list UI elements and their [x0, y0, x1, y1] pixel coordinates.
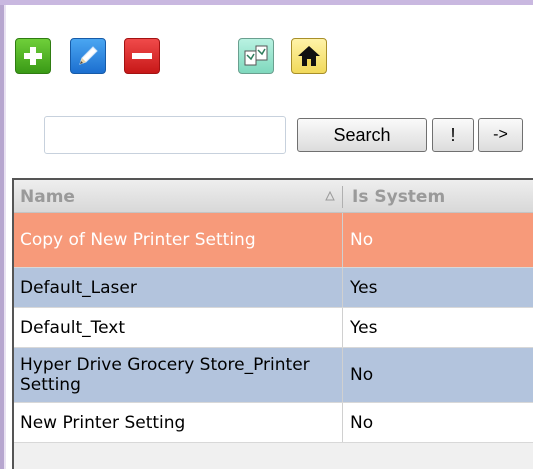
add-button[interactable]	[15, 38, 51, 74]
search-button[interactable]: Search	[297, 118, 427, 152]
edit-button[interactable]	[70, 38, 106, 74]
pencil-icon	[79, 46, 98, 65]
table-row[interactable]: Hyper Drive Grocery Store_Printer Settin…	[14, 348, 533, 403]
table-row[interactable]: Default_Text Yes	[14, 308, 533, 348]
copy-documents-icon	[244, 45, 268, 66]
home-button[interactable]	[291, 38, 327, 74]
table-row[interactable]: New Printer Setting No	[14, 403, 533, 443]
table-row[interactable]: Default_Laser Yes	[14, 268, 533, 308]
column-divider[interactable]	[342, 186, 343, 208]
cell-is-system: Yes	[350, 277, 378, 298]
go-button[interactable]: ->	[478, 118, 523, 152]
printer-settings-panel: Search ! -> Name Is System Copy of New P…	[0, 0, 533, 469]
column-header-name[interactable]: Name	[14, 180, 344, 213]
minus-icon	[132, 53, 152, 59]
cell-name: Hyper Drive Grocery Store_Printer Settin…	[20, 355, 310, 395]
cell-name: Default_Laser	[20, 277, 137, 298]
grid-header: Name Is System	[14, 180, 533, 213]
exclamation-button[interactable]: !	[432, 118, 474, 152]
delete-button[interactable]	[124, 38, 160, 74]
cell-name: Copy of New Printer Setting	[20, 230, 256, 250]
search-input[interactable]	[44, 116, 286, 154]
table-row[interactable]: Copy of New Printer Setting No	[14, 213, 533, 268]
cell-is-system: No	[350, 365, 374, 385]
column-header-is-system[interactable]: Is System	[344, 180, 533, 213]
cell-is-system: Yes	[350, 317, 378, 338]
copy-button[interactable]	[238, 38, 274, 74]
cell-is-system: No	[350, 230, 374, 250]
cell-name: Default_Text	[20, 317, 125, 338]
plus-icon	[24, 47, 42, 65]
home-icon	[298, 46, 320, 66]
window-top-border	[0, 0, 533, 5]
cell-name: New Printer Setting	[20, 412, 186, 433]
window-left-border-highlight	[4, 5, 6, 469]
printer-settings-grid: Name Is System Copy of New Printer Setti…	[12, 178, 533, 469]
sort-ascending-icon	[324, 189, 336, 203]
cell-is-system: No	[350, 412, 374, 433]
